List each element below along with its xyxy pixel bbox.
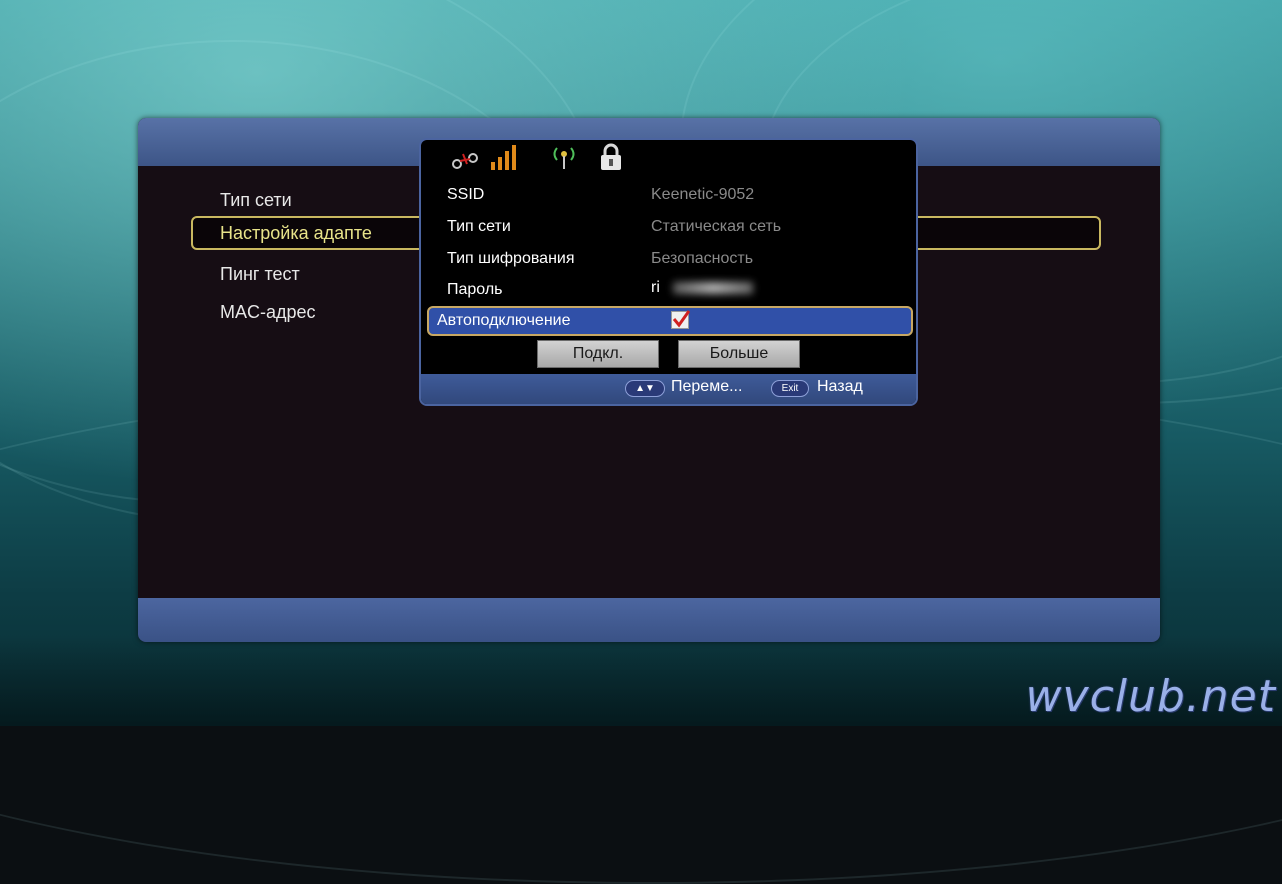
encryption-type-label: Тип шифрования [447, 250, 575, 267]
exit-key-icon: Exit [771, 380, 809, 397]
signal-bars-icon [491, 145, 516, 170]
menu-item-adapter-settings[interactable]: Настройка адапте [220, 223, 372, 244]
wifi-connect-dialog: SSID Keenetic-9052 Тип сети Статическая … [419, 138, 918, 406]
auto-connect-checkbox[interactable] [671, 310, 690, 329]
arrows-key-icon: ▲▼ [625, 380, 665, 397]
dialog-footer: ▲▼ Переме... Exit Назад [421, 374, 916, 404]
auto-connect-row[interactable]: Автоподключение [427, 306, 913, 336]
network-type-value[interactable]: Статическая сеть [651, 218, 781, 236]
menu-item-mac-address[interactable]: MAC-адрес [220, 302, 316, 323]
ssid-label: SSID [447, 186, 485, 203]
ssid-value: Keenetic-9052 [651, 186, 755, 203]
password-label: Пароль [447, 281, 503, 298]
password-value[interactable]: ri [651, 279, 660, 297]
back-hint-label[interactable]: Назад [817, 378, 863, 396]
menu-item-ping-test[interactable]: Пинг тест [220, 264, 300, 285]
network-type-label: Тип сети [447, 218, 511, 235]
checkmark-icon [672, 310, 690, 328]
more-button[interactable]: Больше [678, 340, 800, 368]
move-hint-label: Переме... [671, 378, 743, 395]
encryption-type-value[interactable]: Безопасность [651, 250, 753, 268]
connect-button[interactable]: Подкл. [537, 340, 659, 368]
lock-icon [601, 143, 621, 170]
menu-item-network-type[interactable]: Тип сети [220, 190, 292, 211]
panel-footer [138, 598, 1160, 642]
watermark-logo: wvclub.net [1025, 671, 1276, 722]
link-icon [452, 153, 478, 169]
password-blur [673, 282, 753, 294]
wifi-antenna-icon [553, 147, 575, 169]
auto-connect-label: Автоподключение [437, 312, 571, 329]
